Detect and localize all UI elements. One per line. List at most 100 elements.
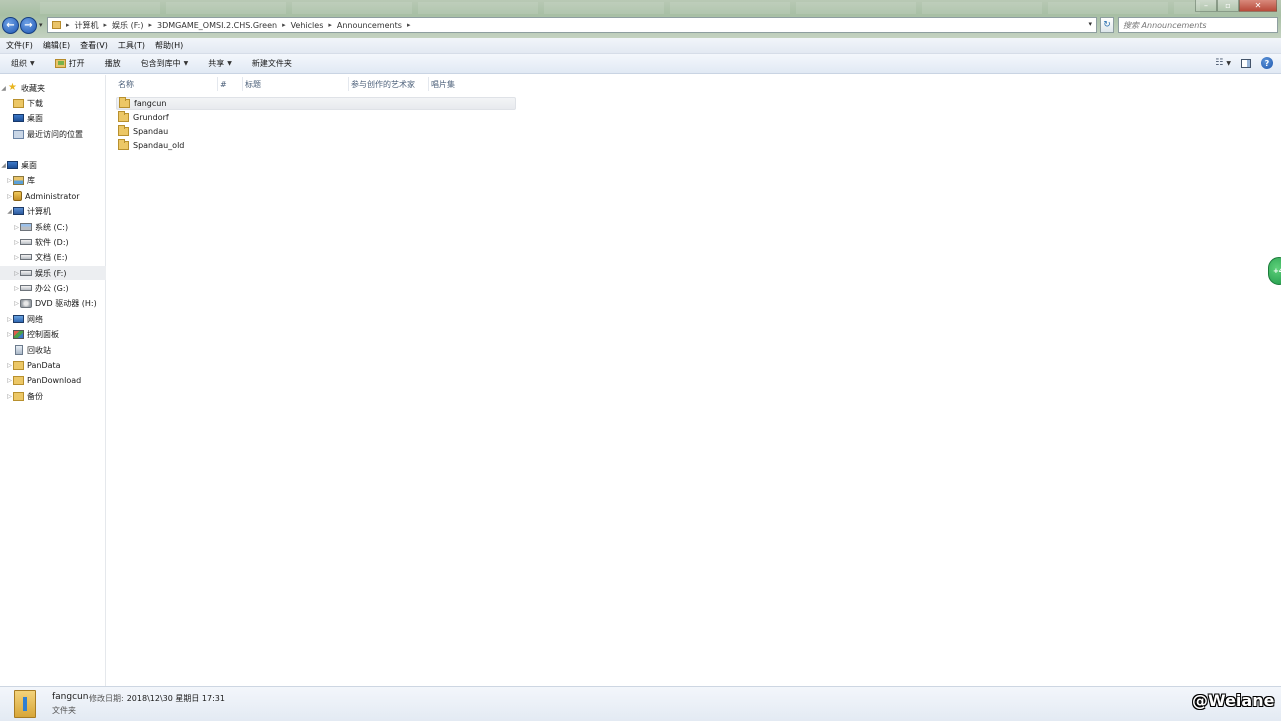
- details-item-type: 文件夹: [52, 706, 76, 715]
- breadcrumb-separator[interactable]: ▸: [66, 21, 70, 29]
- breadcrumb-item[interactable]: 3DMGAME_OMSI.2.CHS.Green: [157, 21, 277, 30]
- collapse-arrow-icon[interactable]: ▷: [6, 316, 13, 323]
- recent-pages-dropdown-icon[interactable]: ▾: [39, 21, 43, 29]
- nav-item-libraries[interactable]: ▷ 库: [0, 173, 106, 187]
- preview-pane-toggle-icon[interactable]: [1241, 58, 1251, 68]
- breadcrumb-separator[interactable]: ▸: [407, 21, 411, 29]
- file-name: Grundorf: [133, 113, 169, 122]
- menu-view[interactable]: 查看(V): [80, 40, 108, 51]
- nav-item-dvd-drive[interactable]: ▷ DVD 驱动器 (H:): [0, 296, 106, 310]
- menu-edit[interactable]: 编辑(E): [43, 40, 70, 51]
- collapse-arrow-icon[interactable]: ▷: [13, 224, 20, 231]
- collapse-arrow-icon[interactable]: ▷: [6, 393, 13, 400]
- collapse-arrow-icon[interactable]: ▷: [13, 285, 20, 292]
- nav-item-recycle-bin[interactable]: 回收站: [0, 343, 106, 357]
- collapse-arrow-icon[interactable]: ▷: [6, 377, 13, 384]
- new-folder-button[interactable]: 新建文件夹: [252, 58, 292, 69]
- search-box[interactable]: [1118, 17, 1278, 33]
- minimize-button[interactable]: –: [1195, 0, 1217, 12]
- list-item[interactable]: Spandau: [116, 125, 516, 138]
- nav-item-computer[interactable]: ◢ 计算机: [0, 204, 106, 218]
- window-controls: – ▫ ✕: [1195, 0, 1277, 12]
- list-item[interactable]: fangcun: [116, 97, 516, 110]
- nav-item-drive-c[interactable]: ▷ 系统 (C:): [0, 220, 106, 234]
- nav-item-control-panel[interactable]: ▷ 控制面板: [0, 327, 106, 341]
- play-button[interactable]: 播放: [105, 58, 121, 69]
- nav-item-backup[interactable]: ▷ 备份: [0, 389, 106, 403]
- nav-item-label: PanData: [27, 360, 61, 370]
- back-button[interactable]: ←: [2, 17, 19, 34]
- nav-item-label: 桌面: [27, 113, 43, 123]
- breadcrumb-separator[interactable]: ▸: [104, 21, 108, 29]
- collapse-arrow-icon[interactable]: ▷: [13, 300, 20, 307]
- open-folder-icon: [54, 59, 66, 68]
- open-label: 打开: [68, 59, 85, 68]
- list-item[interactable]: Spandau_old: [116, 139, 516, 152]
- recent-places-icon: [13, 129, 24, 139]
- address-history-dropdown-icon[interactable]: ▾: [1088, 20, 1092, 28]
- control-panel-icon: [13, 329, 24, 339]
- nav-item-downloads[interactable]: 下载: [0, 96, 106, 110]
- collapse-arrow-icon[interactable]: ▷: [6, 177, 13, 184]
- refresh-button[interactable]: ↻: [1100, 17, 1114, 33]
- nav-item-drive-g[interactable]: ▷ 办公 (G:): [0, 281, 106, 295]
- menu-file[interactable]: 文件(F): [6, 40, 33, 51]
- column-header-number[interactable]: #: [218, 77, 243, 91]
- expand-arrow-icon[interactable]: ◢: [0, 85, 7, 92]
- nav-item-desktop-root[interactable]: ◢ 桌面: [0, 158, 106, 172]
- address-bar[interactable]: ▸ 计算机 ▸ 娱乐 (F:) ▸ 3DMGAME_OMSI.2.CHS.Gre…: [47, 17, 1097, 33]
- maximize-button[interactable]: ▫: [1217, 0, 1239, 12]
- arrow-right-icon: →: [24, 20, 33, 31]
- include-in-library-button[interactable]: 包含到库中 ▼: [141, 58, 189, 69]
- nav-item-network[interactable]: ▷ 网络: [0, 312, 106, 326]
- nav-item-pandata[interactable]: ▷ PanData: [0, 358, 106, 372]
- open-button[interactable]: 打开: [54, 58, 85, 69]
- column-header-artists[interactable]: 参与创作的艺术家: [349, 77, 429, 91]
- collapse-arrow-icon[interactable]: ▷: [13, 254, 20, 261]
- menu-bar: 文件(F) 编辑(E) 查看(V) 工具(T) 帮助(H): [0, 38, 1281, 54]
- menu-help[interactable]: 帮助(H): [155, 40, 183, 51]
- collapse-arrow-icon[interactable]: ▷: [13, 270, 20, 277]
- share-button[interactable]: 共享 ▼: [208, 58, 232, 69]
- nav-item-favorites[interactable]: ◢ ★ 收藏夹: [0, 81, 106, 95]
- nav-item-drive-e[interactable]: ▷ 文档 (E:): [0, 250, 106, 264]
- breadcrumb-separator[interactable]: ▸: [149, 21, 153, 29]
- breadcrumb-separator[interactable]: ▸: [282, 21, 286, 29]
- nav-item-drive-d[interactable]: ▷ 软件 (D:): [0, 235, 106, 249]
- breadcrumb-separator[interactable]: ▸: [328, 21, 332, 29]
- list-item[interactable]: Grundorf: [116, 111, 516, 124]
- collapse-arrow-icon[interactable]: ▷: [6, 331, 13, 338]
- column-header-name[interactable]: 名称: [116, 77, 218, 91]
- nav-item-recent-places[interactable]: 最近访问的位置: [0, 127, 106, 141]
- expand-arrow-icon[interactable]: ◢: [0, 162, 7, 169]
- breadcrumb-item[interactable]: 娱乐 (F:): [112, 20, 143, 31]
- nav-item-pandownload[interactable]: ▷ PanDownload: [0, 373, 106, 387]
- organize-button[interactable]: 组织 ▼: [11, 58, 35, 69]
- column-header-title[interactable]: 标题: [243, 77, 349, 91]
- breadcrumb-item[interactable]: Vehicles: [291, 21, 324, 30]
- column-header-album[interactable]: 唱片集: [429, 77, 518, 91]
- nav-item-administrator[interactable]: ▷ Administrator: [0, 189, 106, 203]
- forward-button[interactable]: →: [20, 17, 37, 34]
- help-icon[interactable]: ?: [1261, 57, 1273, 69]
- breadcrumb-item[interactable]: Announcements: [337, 21, 402, 30]
- collapse-arrow-icon[interactable]: ▷: [6, 362, 13, 369]
- nav-item-drive-f[interactable]: ▷ 娱乐 (F:): [0, 266, 106, 280]
- collapse-arrow-icon[interactable]: ▷: [13, 239, 20, 246]
- collapse-arrow-icon[interactable]: ▷: [6, 193, 13, 200]
- nav-item-desktop[interactable]: 桌面: [0, 111, 106, 125]
- folder-icon: [52, 21, 61, 29]
- floating-edge-widget[interactable]: +4: [1268, 257, 1281, 285]
- close-button[interactable]: ✕: [1239, 0, 1277, 12]
- nav-item-label: 文档 (E:): [35, 252, 68, 262]
- command-bar: 组织 ▼ 打开 播放 包含到库中 ▼ 共享 ▼ 新建文件夹 ☷ ▼ ?: [0, 54, 1281, 74]
- menu-tools[interactable]: 工具(T): [118, 40, 145, 51]
- drive-icon: [20, 239, 32, 245]
- expand-arrow-icon[interactable]: ◢: [6, 208, 13, 215]
- search-input[interactable]: [1123, 20, 1263, 30]
- breadcrumb-item[interactable]: 计算机: [75, 20, 99, 31]
- drive-icon: [20, 270, 32, 276]
- play-label: 播放: [104, 59, 121, 68]
- change-view-button[interactable]: ☷ ▼: [1215, 58, 1231, 68]
- chevron-down-icon: ▼: [1226, 59, 1231, 67]
